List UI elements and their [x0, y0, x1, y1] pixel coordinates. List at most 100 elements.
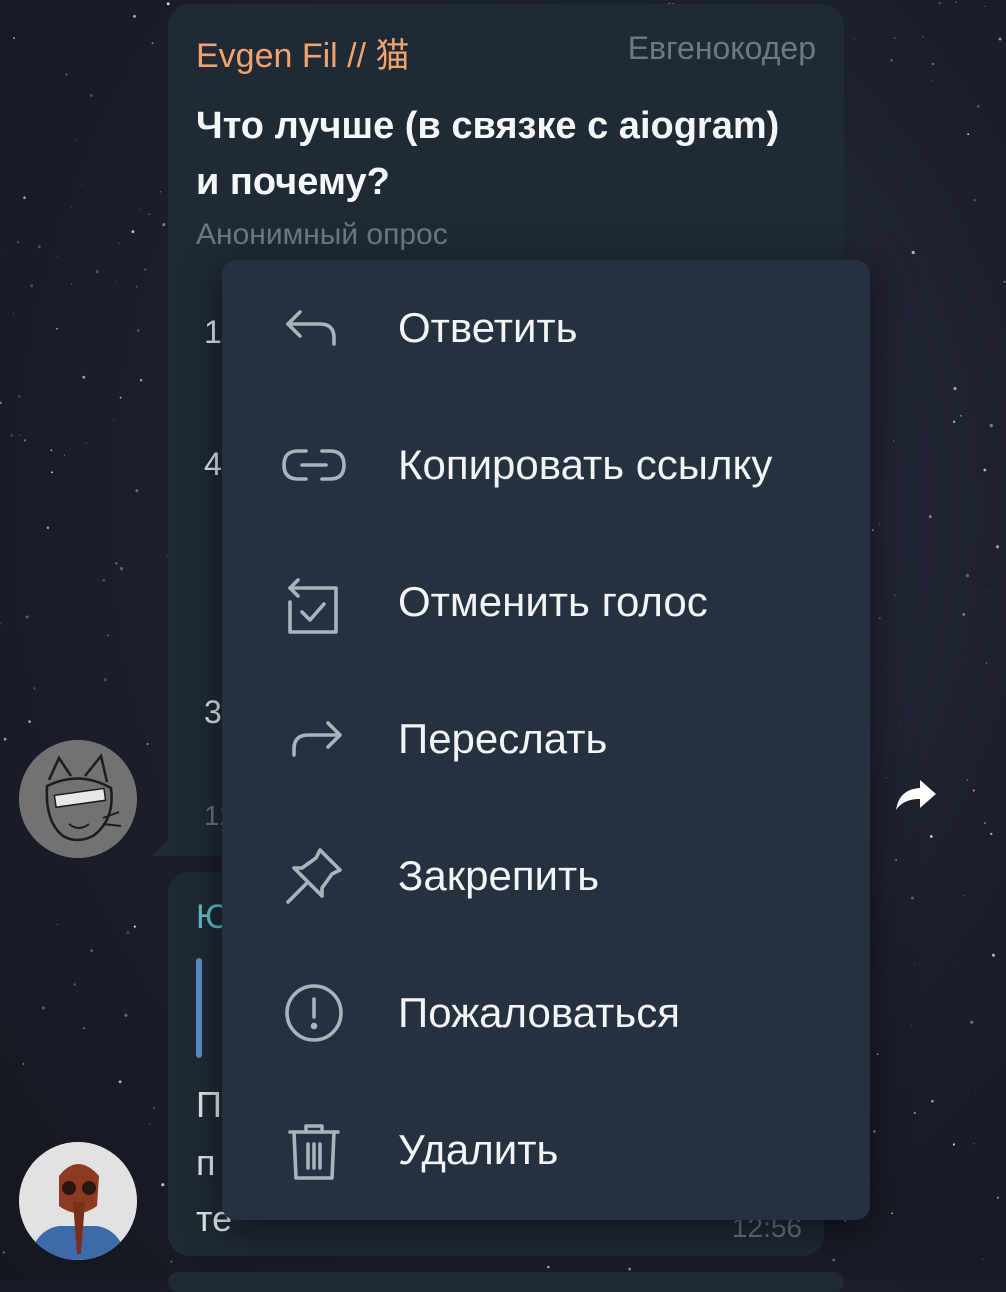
menu-item-copy-link[interactable]: Копировать ссылку [222, 397, 870, 534]
star [974, 1093, 976, 1095]
poll-option-partial[interactable]: 3 [204, 694, 222, 731]
star [976, 104, 980, 108]
star [3, 737, 7, 741]
star [95, 270, 99, 274]
star [65, 73, 68, 76]
star [56, 327, 59, 330]
star [966, 779, 969, 781]
star [895, 859, 897, 861]
star [90, 949, 93, 952]
star [929, 835, 933, 838]
star [50, 449, 53, 452]
star [144, 268, 147, 271]
star [990, 832, 993, 836]
menu-item-retract-vote[interactable]: Отменить голос [222, 534, 870, 671]
star [161, 1183, 165, 1187]
star [82, 375, 86, 379]
sender-name[interactable]: Evgen Fil // 猫 [196, 28, 410, 77]
star [628, 1267, 632, 1271]
star [894, 37, 896, 39]
star [959, 414, 962, 417]
menu-item-report[interactable]: Пожаловаться [222, 945, 870, 1082]
star [983, 468, 987, 472]
star [995, 545, 1000, 549]
star [119, 396, 122, 399]
poll-question: Что лучше (в связке с aiogram) и почему? [196, 105, 780, 203]
star [83, 1027, 85, 1029]
star [102, 579, 106, 582]
reply-icon [286, 310, 336, 346]
sender-avatar[interactable] [19, 1142, 137, 1260]
star [972, 789, 975, 792]
star [85, 442, 87, 444]
star [952, 420, 956, 423]
star [119, 566, 124, 571]
star [899, 727, 900, 729]
star [135, 285, 138, 288]
star [70, 206, 72, 208]
star [970, 1020, 974, 1024]
star [112, 419, 114, 421]
star [931, 80, 933, 81]
menu-item-label: Пожаловаться [398, 989, 681, 1036]
star [103, 678, 107, 682]
star [28, 720, 31, 723]
star [955, 967, 957, 969]
star [977, 420, 979, 422]
star [115, 562, 118, 565]
star [0, 401, 2, 405]
star [77, 1127, 79, 1129]
star [41, 1006, 46, 1010]
share-icon[interactable] [892, 770, 940, 818]
star [890, 59, 893, 62]
star [894, 594, 896, 597]
star [991, 953, 996, 957]
star [73, 983, 76, 986]
star [963, 895, 965, 897]
star [89, 94, 93, 97]
star [954, 1, 957, 4]
star [973, 199, 976, 202]
star [71, 283, 73, 285]
channel-name: Евгенокодер [627, 30, 816, 66]
star [911, 896, 914, 900]
next-message-bubble-partial [168, 1272, 844, 1292]
star [10, 434, 13, 437]
menu-item-delete[interactable]: Удалить [222, 1082, 870, 1219]
message-context-menu: Ответить Копировать ссылку Отменить голо… [222, 260, 870, 1220]
star [51, 471, 53, 474]
star [985, 662, 988, 664]
link-icon [282, 449, 346, 481]
poll-type-label: Анонимный опрос [196, 218, 448, 251]
menu-item-label: Ответить [398, 304, 578, 351]
sender-avatar[interactable] [19, 740, 137, 858]
star [124, 1013, 128, 1017]
forward-icon [292, 721, 342, 757]
star [984, 6, 986, 8]
star [547, 1265, 550, 1269]
menu-item-forward[interactable]: Переслать [222, 671, 870, 808]
star [30, 284, 34, 288]
sketch-avatar-icon [19, 740, 137, 858]
star [63, 454, 66, 456]
photo-avatar-icon [19, 1142, 137, 1260]
poll-option-partial[interactable]: 1 [204, 314, 222, 351]
menu-item-label: Отменить голос [398, 578, 708, 625]
star [967, 133, 970, 136]
star [871, 529, 874, 531]
delete-icon [288, 1124, 340, 1180]
star [844, 1220, 847, 1222]
star [913, 1112, 916, 1115]
star [126, 931, 130, 934]
star [106, 634, 109, 637]
star [885, 164, 887, 166]
star [6, 247, 8, 249]
menu-item-pin[interactable]: Закрепить [222, 808, 870, 945]
retract-vote-icon [288, 578, 338, 634]
poll-option-partial[interactable]: 4 [204, 446, 222, 483]
menu-item-reply[interactable]: Ответить [222, 260, 870, 397]
star [953, 387, 957, 391]
star [878, 616, 881, 620]
star [891, 1212, 894, 1215]
star [873, 1130, 876, 1133]
